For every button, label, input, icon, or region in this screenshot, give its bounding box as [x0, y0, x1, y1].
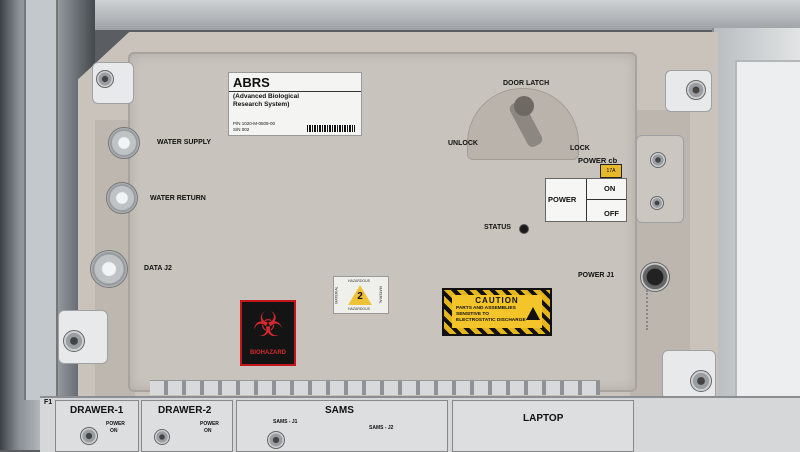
- power-switch-label: POWER ON OFF: [545, 178, 627, 222]
- power-cb-screw: [650, 196, 664, 210]
- hazard-class-2-label: HAZARDOUS 2 HAZARDOUS MATERIAL MATERIAL: [333, 276, 389, 314]
- biohazard-text: BIOHAZARD: [250, 350, 286, 356]
- drawer-2-power-on: ON: [204, 428, 212, 434]
- hinge-bar: [150, 380, 600, 395]
- f1-label: F1: [44, 399, 53, 406]
- power-cb-rating: 17A: [600, 164, 622, 178]
- power-cb-toggle[interactable]: [650, 152, 666, 168]
- power-cb-housing: [636, 135, 684, 223]
- power-on-label: ON: [604, 184, 616, 193]
- hazard-number: 2: [357, 291, 363, 302]
- rack-rail: [24, 0, 58, 400]
- data-j2-connector[interactable]: [90, 250, 128, 288]
- power-divider: [586, 179, 587, 221]
- water-supply-label: WATER SUPPLY: [157, 139, 212, 146]
- data-j2-label: DATA J2: [144, 265, 172, 272]
- drawer-2-switch[interactable]: [154, 429, 170, 445]
- caution-esd-label: CAUTION PARTS AND ASSEMBLIES SENSITIVE T…: [442, 288, 552, 336]
- caution-title: CAUTION: [475, 296, 519, 305]
- caution-body: PARTS AND ASSEMBLIES SENSITIVE TO ELECTR…: [456, 306, 526, 323]
- drawer-2-label: DRAWER-2: [158, 405, 212, 416]
- biohazard-icon: ☣: [252, 306, 284, 344]
- lock-label: LOCK: [570, 145, 590, 152]
- thumbscrew-bottom-right[interactable]: [690, 370, 712, 392]
- drawer-1-power: POWER: [106, 421, 125, 427]
- status-led: [519, 224, 529, 234]
- drawer-1-panel[interactable]: DRAWER-1 POWER ON: [55, 400, 139, 452]
- water-return-label: WATER RETURN: [150, 195, 206, 202]
- abrs-subtitle: (Advanced Biological Research System): [233, 93, 300, 108]
- drawer-1-label: DRAWER-1: [70, 405, 124, 416]
- hazard-bottom-text: HAZARDOUS: [348, 307, 370, 311]
- laptop-label: LAPTOP: [523, 413, 564, 424]
- esd-warning-icon: [526, 307, 540, 320]
- door-latch-knob[interactable]: [514, 96, 534, 116]
- connector-chain: [646, 290, 654, 330]
- hazard-side-right: MATERIAL: [378, 286, 383, 304]
- adjacent-module-panel: [735, 60, 800, 404]
- abrs-label: ABRS (Advanced Biological Research Syste…: [228, 72, 362, 136]
- status-label: STATUS: [484, 224, 511, 231]
- serial-number: S/N 002: [233, 127, 250, 132]
- thumbscrew-bottom-left[interactable]: [63, 330, 85, 352]
- power-label: POWER: [548, 195, 577, 204]
- thumbscrew-top-left[interactable]: [96, 70, 114, 88]
- door-latch-label: DOOR LATCH: [503, 80, 550, 87]
- laptop-panel: LAPTOP: [452, 400, 634, 452]
- sams-label: SAMS: [325, 405, 354, 416]
- barcode: [307, 125, 355, 132]
- part-number: P/N 1020-M-0509-00: [233, 121, 276, 126]
- sams-j1-label: SAMS - J1: [273, 419, 298, 425]
- power-j1-label: POWER J1: [578, 272, 615, 279]
- sams-j2-label: SAMS - J2: [369, 425, 394, 431]
- sams-j1-connector[interactable]: [267, 431, 285, 449]
- drawer-2-panel[interactable]: DRAWER-2 POWER ON: [141, 400, 233, 452]
- unlock-label: UNLOCK: [448, 140, 478, 147]
- caution-inner: CAUTION PARTS AND ASSEMBLIES SENSITIVE T…: [452, 295, 542, 328]
- abrs-title: ABRS: [233, 75, 270, 90]
- water-supply-connector[interactable]: [108, 127, 140, 159]
- rack-frame-top: [95, 0, 800, 30]
- thumbscrew-top-right[interactable]: [686, 80, 706, 100]
- hazard-top-text: HAZARDOUS: [348, 279, 370, 283]
- hazard-side-left: MATERIAL: [334, 286, 339, 304]
- biohazard-label: ☣ BIOHAZARD: [240, 300, 296, 366]
- drawer-1-switch[interactable]: [80, 427, 98, 445]
- drawer-1-power-on: ON: [110, 428, 118, 434]
- power-mid-divider: [586, 199, 626, 200]
- power-j1-connector[interactable]: [640, 262, 670, 292]
- power-off-label: OFF: [604, 209, 619, 218]
- water-return-connector[interactable]: [106, 182, 138, 214]
- label-divider: [229, 91, 361, 92]
- sams-panel: SAMS SAMS - J1 SAMS - J2: [236, 400, 448, 452]
- drawer-2-power: POWER: [200, 421, 219, 427]
